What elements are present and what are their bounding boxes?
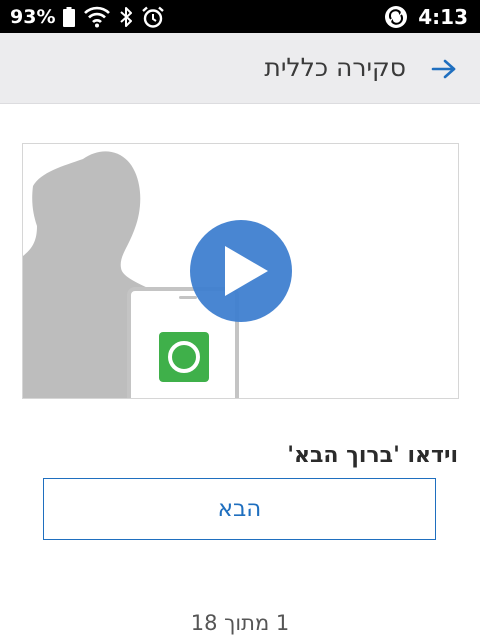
play-icon[interactable] — [190, 220, 292, 322]
arrow-right-icon — [431, 59, 456, 79]
app-icon — [159, 332, 209, 382]
back-button[interactable] — [428, 53, 460, 85]
page-indicator: 1 מתוך 18 — [190, 611, 290, 635]
battery-percentage: 93% — [10, 5, 56, 28]
next-button-label: הבא — [217, 496, 262, 522]
battery-icon — [63, 6, 76, 27]
alarm-icon — [141, 5, 165, 29]
wifi-icon — [83, 6, 111, 28]
bluetooth-icon — [119, 6, 133, 28]
status-time: 4:13 — [418, 4, 468, 29]
sync-icon — [384, 5, 408, 29]
next-button[interactable]: הבא — [43, 478, 436, 540]
video-caption: וידאו 'ברוך הבא' — [287, 443, 458, 468]
welcome-video-thumbnail[interactable] — [22, 143, 459, 399]
status-right: 4:13 — [384, 5, 468, 29]
page-title: סקירה כללית — [264, 53, 406, 82]
status-left: 93% — [10, 5, 165, 29]
app-header: סקירה כללית — [0, 33, 480, 104]
status-bar: 93% 4:13 — [0, 0, 480, 33]
